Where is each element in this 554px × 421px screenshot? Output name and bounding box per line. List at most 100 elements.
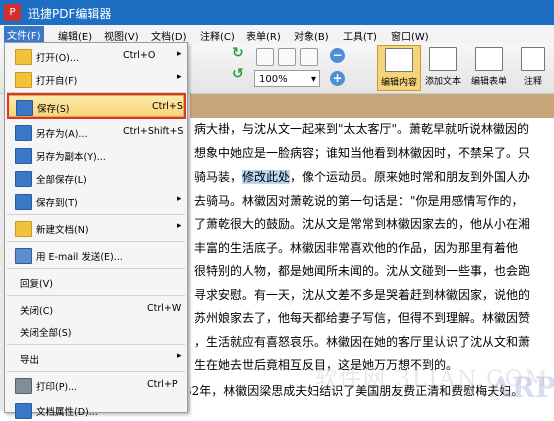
menu-item-new-document[interactable]: 新建文档(N) ▸ <box>5 217 187 239</box>
doc-line: 苏州娘家去了，他每天都给妻子写信，但得不到理解。林徽因赞 <box>194 311 531 325</box>
menu-item-print[interactable]: 打印(P)... Ctrl+P <box>5 374 187 396</box>
menu-item-label: 打开(O)... <box>36 53 79 64</box>
doc-line: 想象中她应是一脸病容；谁知当他看到林徽因时，不禁呆了。只 <box>194 146 531 160</box>
app-logo-icon: P <box>4 4 21 21</box>
edit-content-label: 编辑内容 <box>380 78 417 88</box>
app-title: 迅捷PDF编辑器 <box>28 7 112 21</box>
menu-separator <box>7 214 185 215</box>
watermark: ARPUN.COM <box>490 371 554 404</box>
menu-separator <box>7 268 185 269</box>
menu-item-label: 用 E-mail 发送(E)... <box>36 252 123 263</box>
menu-separator <box>7 344 185 345</box>
add-text-label: 添加文本 <box>424 77 461 87</box>
menu-separator <box>7 295 185 296</box>
menu-item-export[interactable]: 导出 ▸ <box>5 347 187 369</box>
menu-item-send-email[interactable]: 用 E-mail 发送(E)... <box>5 244 187 266</box>
menu-item-shortcut: Ctrl+W <box>147 303 182 314</box>
document-tab-strip <box>190 94 554 119</box>
menu-item-label: 另存为(A)... <box>36 129 88 140</box>
menu-separator <box>7 371 185 372</box>
zoom-value: 100% <box>259 74 288 85</box>
menu-object[interactable]: 对象(B) <box>294 28 329 43</box>
submenu-arrow-icon: ▸ <box>177 72 182 82</box>
submenu-arrow-icon: ▸ <box>177 49 182 59</box>
zoom-out-icon[interactable]: − <box>330 48 345 63</box>
title-bar: P 迅捷PDF编辑器 <box>0 0 554 25</box>
menu-item-label: 关闭(C) <box>20 306 54 317</box>
menu-item-save-as[interactable]: 另存为(A)... Ctrl+Shift+S <box>5 121 187 143</box>
menu-comment[interactable]: 注释(C) <box>200 28 235 43</box>
menu-item-revert[interactable]: 回复(V) <box>5 271 187 293</box>
fit-width-icon[interactable] <box>300 48 318 66</box>
menu-window[interactable]: 窗口(W) <box>391 28 429 43</box>
menu-item-label: 导出 <box>20 355 40 366</box>
new-document-icon <box>15 221 32 237</box>
add-text-icon <box>429 47 457 71</box>
actual-size-icon[interactable] <box>256 48 274 66</box>
menu-form[interactable]: 表单(R) <box>246 28 281 43</box>
edit-form-label: 编辑表单 <box>470 77 507 87</box>
submenu-arrow-icon: ▸ <box>177 351 182 361</box>
doc-line: 病大褂，与沈从文一起来到"太太客厅"。萧乾早就听说林徽因的 <box>194 122 530 136</box>
doc-line-editing[interactable]: 骑马装，修改此处，像个运动员。原来她时常和朋友到外国人办 <box>194 166 530 189</box>
save-to-icon <box>15 194 32 210</box>
menu-file[interactable]: 文件(F) <box>4 26 44 43</box>
zoom-in-icon[interactable]: + <box>330 71 345 86</box>
menu-item-label: 文档属性(D)... <box>36 407 98 418</box>
edit-form-icon <box>475 47 503 71</box>
highlight-annotation-box <box>7 93 186 119</box>
rotate-ccw-icon[interactable]: ↺ <box>232 66 244 82</box>
menu-edit[interactable]: 编辑(E) <box>58 28 92 43</box>
doc-line: 丰富的生活底子。林徽因非常喜欢他的作品，因为那里有着他 <box>194 241 519 255</box>
doc-line: 寻求安慰。有一天，沈从文差不多是哭着赶到林徽因家，说他的 <box>194 288 531 302</box>
chevron-down-icon: ▾ <box>310 74 316 85</box>
doc-line-head: 骑马装， <box>194 170 243 184</box>
edit-form-button[interactable]: 编辑表单 <box>467 45 511 91</box>
menu-item-close-all[interactable]: 关闭全部(S) <box>5 320 187 342</box>
save-all-icon <box>15 171 32 187</box>
document-page[interactable]: 病大褂，与沈从文一起来到"太太客厅"。萧乾早就听说林徽因的 想象中她应是一脸病容… <box>190 118 554 411</box>
menu-item-shortcut: Ctrl+O <box>123 50 156 61</box>
zoom-select[interactable]: 100% ▾ <box>254 70 320 87</box>
menu-item-save-to[interactable]: 保存到(T) ▸ <box>5 190 187 212</box>
doc-line: ，生活就应有喜怒哀乐。林徽因在她的客厅里认识了沈从文和萧 <box>194 335 531 349</box>
email-icon <box>15 248 32 264</box>
menu-item-shortcut: Ctrl+P <box>147 379 178 390</box>
save-as-icon <box>15 125 32 141</box>
submenu-arrow-icon: ▸ <box>177 221 182 231</box>
doc-line: 很特别的人物，都是她闻所未闻的。沈从文碰到一些事，也会跑 <box>194 264 531 278</box>
menu-document[interactable]: 文档(D) <box>151 28 187 43</box>
folder-open-icon <box>15 49 32 65</box>
menu-item-label: 关闭全部(S) <box>20 328 72 339</box>
printer-icon <box>15 378 32 394</box>
menu-item-save-copy[interactable]: 另存为副本(Y)... <box>5 144 187 166</box>
add-text-button[interactable]: 添加文本 <box>421 45 465 91</box>
menu-item-label: 打开自(F) <box>36 76 78 87</box>
menu-item-close[interactable]: 关闭(C) Ctrl+W <box>5 298 187 320</box>
menu-item-document-properties[interactable]: 文档属性(D)... <box>5 399 187 421</box>
edit-content-button[interactable]: 编辑内容 <box>377 45 421 91</box>
menu-item-label: 保存到(T) <box>36 198 78 209</box>
annotate-button[interactable]: 注释 <box>513 45 553 91</box>
menu-item-label: 新建文档(N) <box>36 225 89 236</box>
document-properties-icon <box>15 403 32 419</box>
fit-page-icon[interactable] <box>278 48 296 66</box>
rotate-cw-icon[interactable]: ↻ <box>232 45 244 61</box>
submenu-arrow-icon: ▸ <box>177 194 182 204</box>
selected-text[interactable]: 修改此处 <box>242 170 291 184</box>
menu-item-label: 全部保存(L) <box>36 175 87 186</box>
menu-view[interactable]: 视图(V) <box>104 28 139 43</box>
doc-line: 去骑马。林徽因对萧乾说的第一句话是："你是用感情写作的， <box>194 194 524 208</box>
menu-item-label: 打印(P)... <box>36 382 78 393</box>
doc-line-tail: ，像个运动员。原来她时常和朋友到外国人办 <box>290 170 531 184</box>
menu-item-label: 另存为副本(Y)... <box>36 152 106 163</box>
doc-line: 了萧乾很大的鼓励。沈从文是常常到林徽因家去的，他从小在湘 <box>194 217 531 231</box>
menu-separator <box>7 241 185 242</box>
edit-content-icon <box>385 48 413 72</box>
annotate-icon <box>521 47 545 71</box>
save-copy-icon <box>15 148 32 164</box>
menu-tools[interactable]: 工具(T) <box>343 28 377 43</box>
menu-item-save-all[interactable]: 全部保存(L) <box>5 167 187 189</box>
menu-item-open[interactable]: 打开(O)... Ctrl+O ▸ <box>5 45 187 67</box>
menu-item-open-from[interactable]: 打开自(F) ▸ <box>5 68 187 90</box>
